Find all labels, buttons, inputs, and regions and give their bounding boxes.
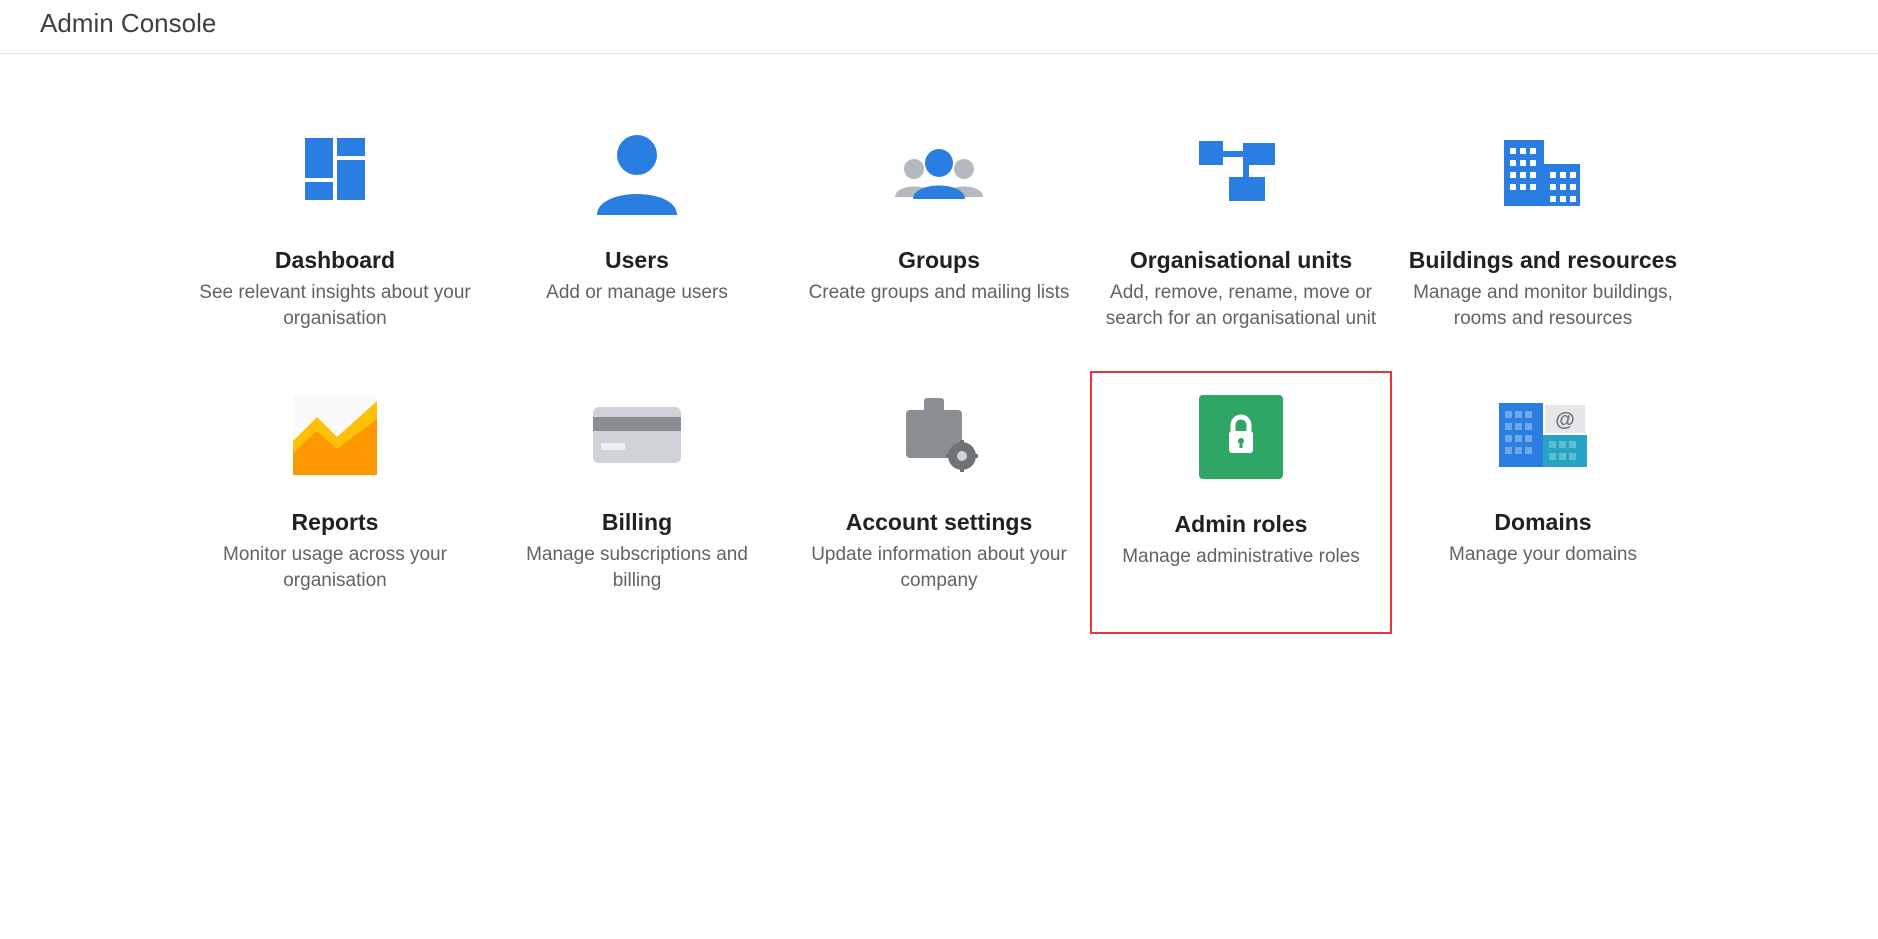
account-settings-icon bbox=[802, 389, 1076, 481]
domains-icon: @ bbox=[1406, 389, 1680, 481]
tile-billing[interactable]: Billing Manage subscriptions and billing bbox=[486, 371, 788, 633]
page-title: Admin Console bbox=[40, 8, 216, 38]
tiles-grid: Dashboard See relevant insights about yo… bbox=[0, 109, 1878, 634]
tile-account-settings[interactable]: Account settings Update information abou… bbox=[788, 371, 1090, 633]
tile-title: Users bbox=[500, 247, 774, 274]
tile-desc: Add or manage users bbox=[500, 280, 774, 306]
admin-roles-icon bbox=[1106, 391, 1376, 483]
tile-desc: Manage subscriptions and billing bbox=[500, 542, 774, 593]
tile-reports[interactable]: Reports Monitor usage across your organi… bbox=[184, 371, 486, 633]
dashboard-icon bbox=[198, 127, 472, 219]
org-units-icon bbox=[1104, 127, 1378, 219]
tile-desc: Manage administrative roles bbox=[1106, 544, 1376, 570]
tile-users[interactable]: Users Add or manage users bbox=[486, 109, 788, 371]
user-icon bbox=[500, 127, 774, 219]
tile-desc: Create groups and mailing lists bbox=[802, 280, 1076, 306]
tile-domains[interactable]: @ Domains Manage your domains bbox=[1392, 371, 1694, 633]
tile-title: Billing bbox=[500, 509, 774, 536]
reports-icon bbox=[198, 389, 472, 481]
tile-desc: Update information about your company bbox=[802, 542, 1076, 593]
tile-desc: Add, remove, rename, move or search for … bbox=[1104, 280, 1378, 331]
tile-desc: Manage and monitor buildings, rooms and … bbox=[1406, 280, 1680, 331]
tile-title: Organisational units bbox=[1104, 247, 1378, 274]
tile-desc: Monitor usage across your organisation bbox=[198, 542, 472, 593]
tile-title: Groups bbox=[802, 247, 1076, 274]
tile-org-units[interactable]: Organisational units Add, remove, rename… bbox=[1090, 109, 1392, 371]
svg-text:@: @ bbox=[1555, 409, 1575, 431]
tile-desc: Manage your domains bbox=[1406, 542, 1680, 568]
billing-icon bbox=[500, 389, 774, 481]
tile-title: Domains bbox=[1406, 509, 1680, 536]
tile-title: Account settings bbox=[802, 509, 1076, 536]
page-header: Admin Console bbox=[0, 0, 1878, 54]
tile-title: Dashboard bbox=[198, 247, 472, 274]
tile-buildings[interactable]: Buildings and resources Manage and monit… bbox=[1392, 109, 1694, 371]
tile-title: Admin roles bbox=[1106, 511, 1376, 538]
tile-title: Reports bbox=[198, 509, 472, 536]
tile-title: Buildings and resources bbox=[1406, 247, 1680, 274]
tile-dashboard[interactable]: Dashboard See relevant insights about yo… bbox=[184, 109, 486, 371]
tile-admin-roles[interactable]: Admin roles Manage administrative roles bbox=[1090, 371, 1392, 633]
tile-desc: See relevant insights about your organis… bbox=[198, 280, 472, 331]
buildings-icon bbox=[1406, 127, 1680, 219]
groups-icon bbox=[802, 127, 1076, 219]
tile-groups[interactable]: Groups Create groups and mailing lists bbox=[788, 109, 1090, 371]
